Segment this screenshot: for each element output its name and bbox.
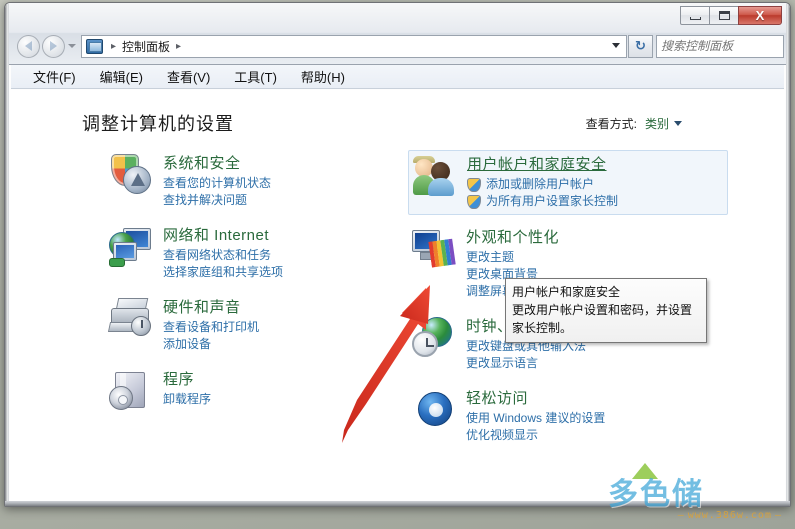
minimize-icon xyxy=(689,16,701,20)
category-hardware-and-sound[interactable]: 硬件和声音 查看设备和打印机 添加设备 xyxy=(105,294,405,357)
shield-icon xyxy=(467,178,481,192)
breadcrumb-separator-icon: ▸ xyxy=(111,40,117,52)
category-title[interactable]: 用户帐户和家庭安全 xyxy=(467,155,723,175)
control-panel-icon xyxy=(86,38,103,54)
link-text: 为所有用户设置家长控制 xyxy=(486,194,619,208)
menu-edit[interactable]: 编辑(E) xyxy=(100,67,143,86)
program-box-icon xyxy=(109,370,155,414)
shield-gauge-icon xyxy=(109,154,155,198)
breadcrumb-separator-icon-2[interactable]: ▸ xyxy=(172,41,185,52)
category-ease-of-access[interactable]: 轻松访问 使用 Windows 建议的设置 优化视频显示 xyxy=(408,385,738,448)
breadcrumb-control-panel[interactable]: 控制面板 xyxy=(120,38,172,55)
category-title[interactable]: 系统和安全 xyxy=(163,154,401,174)
link-add-device[interactable]: 添加设备 xyxy=(163,336,401,353)
link-parental-controls[interactable]: 为所有用户设置家长控制 xyxy=(467,193,723,210)
tooltip-title: 用户帐户和家庭安全 xyxy=(512,285,621,299)
maximize-button[interactable] xyxy=(709,6,739,25)
link-view-computer-status[interactable]: 查看您的计算机状态 xyxy=(163,175,401,192)
printer-icon xyxy=(107,298,155,342)
clock-globe-icon xyxy=(412,317,458,361)
link-add-remove-user-accounts[interactable]: 添加或删除用户帐户 xyxy=(467,176,723,193)
category-title[interactable]: 程序 xyxy=(163,370,401,390)
control-panel-window: X ▸ 控制面板 ▸ ↻ 文件(F) 编辑(E) 查看 xyxy=(4,2,791,507)
back-arrow-icon xyxy=(25,41,32,51)
menu-bar: 文件(F) 编辑(E) 查看(V) 工具(T) 帮助(H) xyxy=(11,65,784,89)
address-bar[interactable]: ▸ 控制面板 ▸ xyxy=(81,34,627,58)
category-user-accounts-and-family-safety[interactable]: 用户帐户和家庭安全 添加或删除用户帐户 为所有用户设置家长控制 xyxy=(408,150,728,215)
view-by-control: 查看方式: 类别 xyxy=(586,115,682,132)
menu-view[interactable]: 查看(V) xyxy=(167,67,210,86)
link-change-display-language[interactable]: 更改显示语言 xyxy=(466,355,734,372)
category-network-and-internet[interactable]: 网络和 Internet 查看网络状态和任务 选择家庭组和共享选项 xyxy=(105,222,405,285)
category-title[interactable]: 外观和个性化 xyxy=(466,228,734,248)
category-column-left: 系统和安全 查看您的计算机状态 查找并解决问题 网络和 Internet 查看网… xyxy=(105,150,405,433)
page-title: 调整计算机的设置 xyxy=(82,114,234,134)
link-troubleshoot[interactable]: 查找并解决问题 xyxy=(163,192,401,209)
close-button[interactable]: X xyxy=(738,6,782,25)
chevron-down-icon xyxy=(67,44,76,48)
navigation-bar: ▸ 控制面板 ▸ ↻ xyxy=(11,33,790,59)
view-by-label: 查看方式: xyxy=(585,117,637,131)
forward-button[interactable] xyxy=(42,34,65,58)
window-edge-right xyxy=(786,3,790,506)
forward-arrow-icon xyxy=(50,41,57,51)
link-windows-recommended-settings[interactable]: 使用 Windows 建议的设置 xyxy=(466,410,734,427)
category-programs[interactable]: 程序 卸载程序 xyxy=(105,366,405,424)
recent-pages-button[interactable] xyxy=(65,35,78,58)
close-icon: X xyxy=(755,8,765,23)
network-globe-icon xyxy=(109,226,155,270)
menu-help[interactable]: 帮助(H) xyxy=(301,67,345,86)
maximize-icon xyxy=(718,11,730,20)
back-button[interactable] xyxy=(17,34,40,58)
ease-of-access-icon xyxy=(412,389,458,433)
appearance-palette-icon xyxy=(412,228,458,272)
refresh-icon: ↻ xyxy=(635,38,646,53)
window-edge-bottom xyxy=(5,501,790,506)
link-text: 添加或删除用户帐户 xyxy=(486,177,595,191)
link-uninstall-program[interactable]: 卸载程序 xyxy=(163,391,401,408)
search-input[interactable] xyxy=(661,39,790,53)
category-title[interactable]: 网络和 Internet xyxy=(163,226,401,246)
category-title[interactable]: 硬件和声音 xyxy=(163,298,401,318)
users-icon xyxy=(413,155,459,199)
minimize-button[interactable] xyxy=(680,6,710,25)
category-system-and-security[interactable]: 系统和安全 查看您的计算机状态 查找并解决问题 xyxy=(105,150,405,213)
menu-file[interactable]: 文件(F) xyxy=(33,67,76,86)
link-network-status[interactable]: 查看网络状态和任务 xyxy=(163,247,401,264)
link-optimize-visual-display[interactable]: 优化视频显示 xyxy=(466,427,734,444)
window-edge-left xyxy=(5,3,9,506)
link-devices-printers[interactable]: 查看设备和打印机 xyxy=(163,319,401,336)
link-homegroup-sharing[interactable]: 选择家庭组和共享选项 xyxy=(163,264,401,281)
tooltip: 用户帐户和家庭安全 更改用户帐户设置和密码，并设置家长控制。 xyxy=(505,278,707,343)
control-panel-content: 调整计算机的设置 查看方式: 类别 系统和安全 查看您的计算机状态 查找并解决问题… xyxy=(10,90,785,501)
address-dropdown-icon[interactable] xyxy=(612,42,620,48)
category-title[interactable]: 轻松访问 xyxy=(466,389,734,409)
menu-tools[interactable]: 工具(T) xyxy=(234,67,277,86)
link-change-theme[interactable]: 更改主题 xyxy=(466,249,734,266)
window-controls: X xyxy=(680,6,782,25)
refresh-button[interactable]: ↻ xyxy=(628,34,653,58)
search-box[interactable] xyxy=(656,34,790,58)
chevron-down-icon[interactable] xyxy=(674,121,682,126)
tooltip-body: 更改用户帐户设置和密码，并设置家长控制。 xyxy=(512,303,693,335)
shield-icon xyxy=(467,195,481,209)
view-by-value[interactable]: 类别 xyxy=(645,117,669,131)
